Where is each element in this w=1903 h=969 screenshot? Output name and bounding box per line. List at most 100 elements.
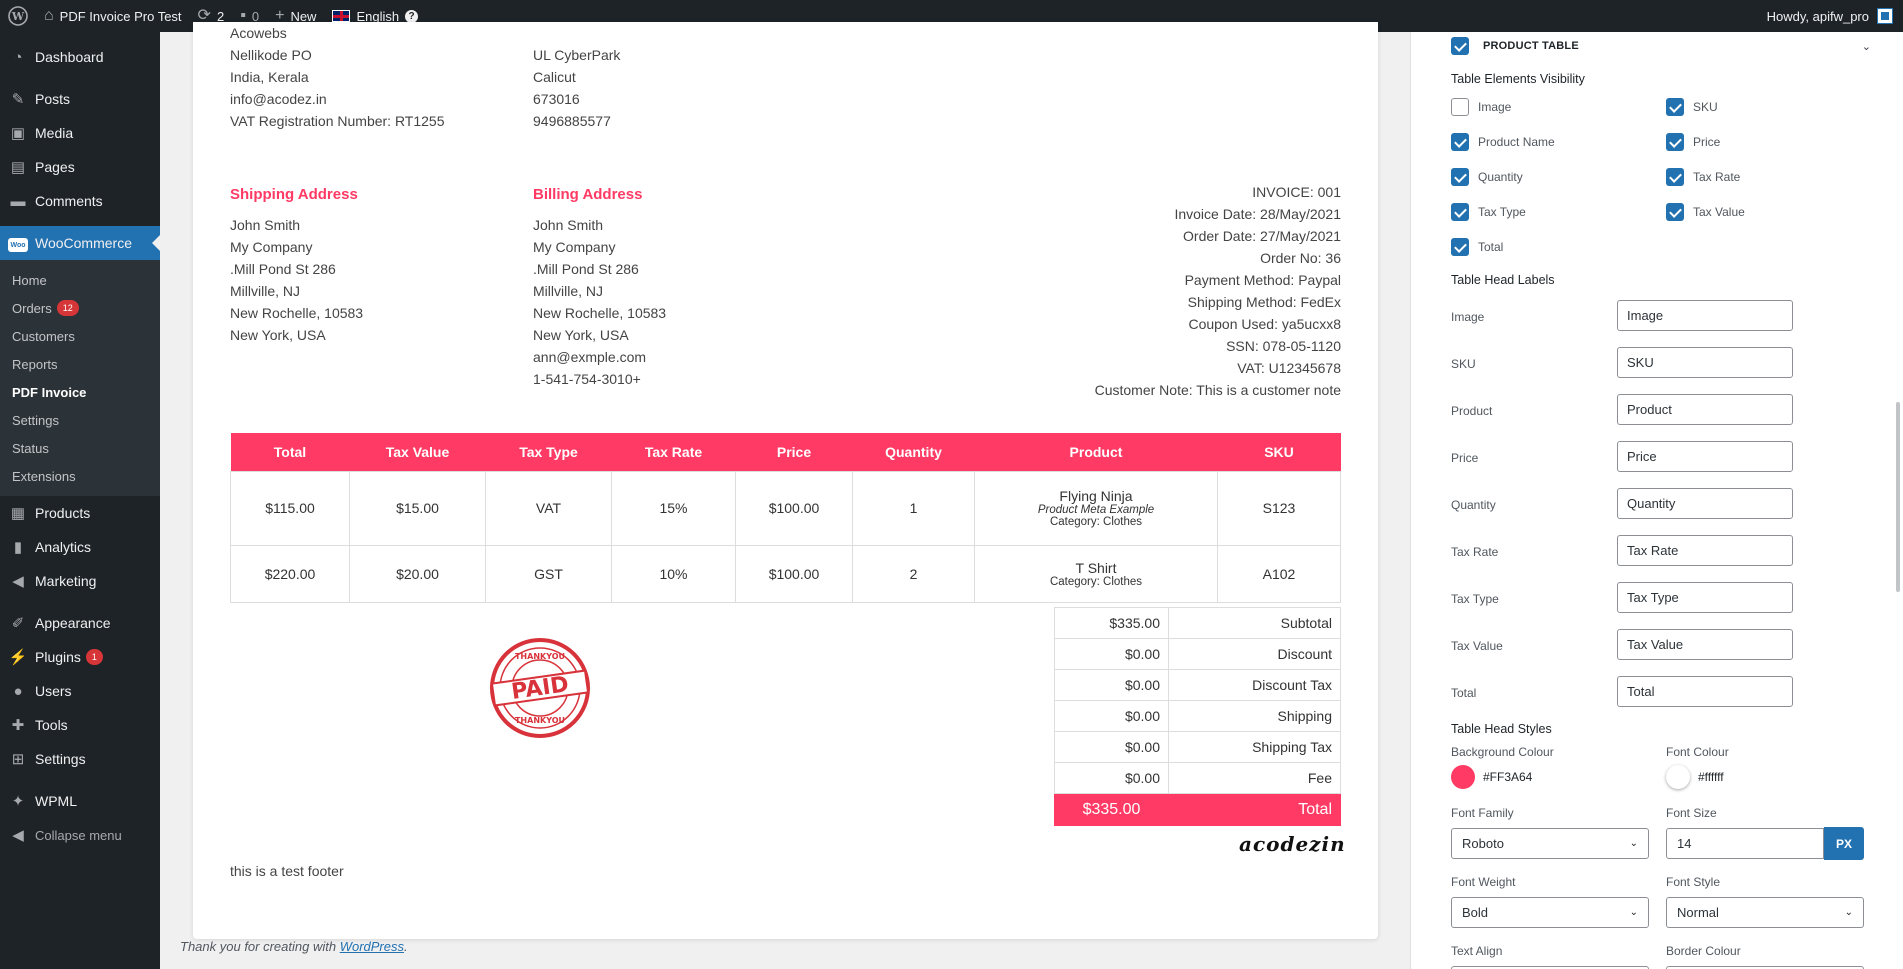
toggle-quantity[interactable]: Quantity: [1451, 168, 1523, 186]
price-label-input[interactable]: Price: [1617, 441, 1793, 472]
submenu-customers[interactable]: Customers: [0, 322, 160, 350]
total-label-input[interactable]: Total: [1617, 676, 1793, 707]
font-family-select[interactable]: Roboto ⌄: [1451, 828, 1649, 859]
submenu-pdf-invoice[interactable]: PDF Invoice: [0, 378, 160, 406]
menu-woocommerce[interactable]: Woo WooCommerce: [0, 226, 160, 260]
submenu-reports[interactable]: Reports: [0, 350, 160, 378]
select-value: Bold: [1462, 905, 1489, 920]
address-line: 1-541-754-3010+: [533, 371, 641, 387]
checkbox[interactable]: [1666, 168, 1684, 186]
menu-settings[interactable]: ⊞ Settings: [0, 742, 160, 776]
product-category: Category: Clothes: [1049, 575, 1143, 588]
menu-analytics[interactable]: ▮ Analytics: [0, 530, 160, 564]
paintbrush-icon: ✐: [11, 615, 25, 632]
totals-row: $0.00 Fee: [1054, 762, 1341, 794]
wordpress-link[interactable]: WordPress: [340, 939, 404, 954]
tax-type-label-input[interactable]: Tax Type: [1617, 582, 1793, 613]
checkbox[interactable]: [1451, 238, 1469, 256]
submenu-home[interactable]: Home: [0, 266, 160, 294]
menu-tools[interactable]: ✚ Tools: [0, 708, 160, 742]
checkbox[interactable]: [1451, 98, 1469, 116]
menu-comments[interactable]: ▬ Comments: [0, 184, 160, 218]
menu-label: Posts: [35, 91, 71, 107]
submenu-status[interactable]: Status: [0, 434, 160, 462]
product-label-input[interactable]: Product: [1617, 394, 1793, 425]
menu-label: Appearance: [35, 615, 111, 631]
billing-address: Billing Address John Smith My Company .M…: [533, 184, 666, 390]
submenu-orders[interactable]: Orders 12: [0, 294, 160, 322]
checkbox[interactable]: [1451, 168, 1469, 186]
submenu-extensions[interactable]: Extensions: [0, 462, 160, 490]
toggle-product-name[interactable]: Product Name: [1451, 133, 1555, 151]
wp-footer: Thank you for creating with WordPress.: [180, 939, 408, 954]
checkbox[interactable]: [1666, 203, 1684, 221]
invoice-number: INVOICE: 001: [1252, 184, 1341, 200]
font-size-input[interactable]: 14: [1666, 828, 1824, 859]
font-size-unit-button[interactable]: PX: [1824, 827, 1864, 860]
menu-users[interactable]: ● Users: [0, 674, 160, 708]
toggle-total[interactable]: Total: [1451, 238, 1503, 256]
menu-label: WPML: [35, 793, 77, 809]
toggle-sku[interactable]: SKU: [1666, 98, 1718, 116]
checkbox[interactable]: [1451, 133, 1469, 151]
menu-label: Dashboard: [35, 49, 104, 65]
menu-posts[interactable]: ✎ Posts: [0, 82, 160, 116]
chevron-down-icon[interactable]: ⌄: [1862, 40, 1871, 53]
bg-colour-picker[interactable]: #FF3A64: [1451, 765, 1532, 789]
toggle-tax-value[interactable]: Tax Value: [1666, 203, 1745, 221]
menu-pages[interactable]: ▤ Pages: [0, 150, 160, 184]
cell-product: Flying Ninja Product Meta Example Catego…: [974, 470, 1218, 546]
address-line: My Company: [533, 239, 616, 255]
toggle-image[interactable]: Image: [1451, 98, 1511, 116]
site-name-link[interactable]: ⌂ PDF Invoice Pro Test: [36, 0, 190, 32]
pages-icon: ▤: [10, 159, 26, 176]
checkbox[interactable]: [1666, 98, 1684, 116]
font-colour-swatch[interactable]: [1666, 765, 1690, 789]
submenu-label: Orders: [12, 300, 52, 316]
help-icon[interactable]: ?: [405, 9, 419, 23]
font-style-select[interactable]: Normal ⌄: [1666, 897, 1864, 928]
bg-colour-swatch[interactable]: [1451, 765, 1475, 789]
wordpress-logo-icon[interactable]: W: [0, 0, 36, 32]
collapse-menu-button[interactable]: ◀ Collapse menu: [0, 818, 160, 852]
media-icon: ▣: [10, 125, 26, 142]
cell-total: $220.00: [230, 544, 350, 603]
sku-label-input[interactable]: SKU: [1617, 347, 1793, 378]
address-line: Calicut: [533, 69, 576, 85]
menu-wpml[interactable]: ✦ WPML: [0, 784, 160, 818]
menu-marketing[interactable]: ◀ Marketing: [0, 564, 160, 598]
checkbox[interactable]: [1451, 203, 1469, 221]
cell-total: $115.00: [230, 470, 350, 546]
menu-appearance[interactable]: ✐ Appearance: [0, 606, 160, 640]
total-label: Shipping Tax: [1168, 731, 1341, 763]
checkbox[interactable]: [1666, 133, 1684, 151]
styles-title: Table Head Styles: [1451, 722, 1552, 736]
quantity-label-input[interactable]: Quantity: [1617, 488, 1793, 519]
toggle-tax-rate[interactable]: Tax Rate: [1666, 168, 1740, 186]
invoice-meta: INVOICE: 001 Invoice Date: 28/May/2021 O…: [1095, 181, 1341, 401]
toggle-tax-type[interactable]: Tax Type: [1451, 203, 1526, 221]
menu-label: WooCommerce: [35, 235, 132, 251]
cell-quantity: 2: [852, 544, 975, 603]
column-header: SKU: [1217, 433, 1341, 471]
product-table-checkbox[interactable]: [1451, 37, 1469, 55]
order-number: Order No: 36: [1260, 250, 1341, 266]
payment-method: Payment Method: Paypal: [1184, 272, 1341, 288]
menu-products[interactable]: ▦ Products: [0, 496, 160, 530]
tax-rate-label-input[interactable]: Tax Rate: [1617, 535, 1793, 566]
font-colour-picker[interactable]: #ffffff: [1666, 765, 1724, 789]
font-weight-select[interactable]: Bold ⌄: [1451, 897, 1649, 928]
menu-media[interactable]: ▣ Media: [0, 116, 160, 150]
menu-dashboard[interactable]: ◔ Dashboard: [0, 40, 160, 74]
product-table-section-header[interactable]: PRODUCT TABLE ⌄: [1451, 37, 1871, 55]
checkbox-label: Quantity: [1478, 170, 1523, 184]
toggle-price[interactable]: Price: [1666, 133, 1720, 151]
account-menu[interactable]: Howdy, apifw_pro: [1767, 8, 1903, 24]
tax-value-label-input[interactable]: Tax Value: [1617, 629, 1793, 660]
submenu-settings[interactable]: Settings: [0, 406, 160, 434]
panel-scrollbar[interactable]: [1896, 402, 1900, 592]
menu-plugins[interactable]: ⚡ Plugins 1: [0, 640, 160, 674]
text-align-label: Text Align: [1451, 944, 1503, 958]
image-label-input[interactable]: Image: [1617, 300, 1793, 331]
input-value: 14: [1677, 836, 1692, 851]
